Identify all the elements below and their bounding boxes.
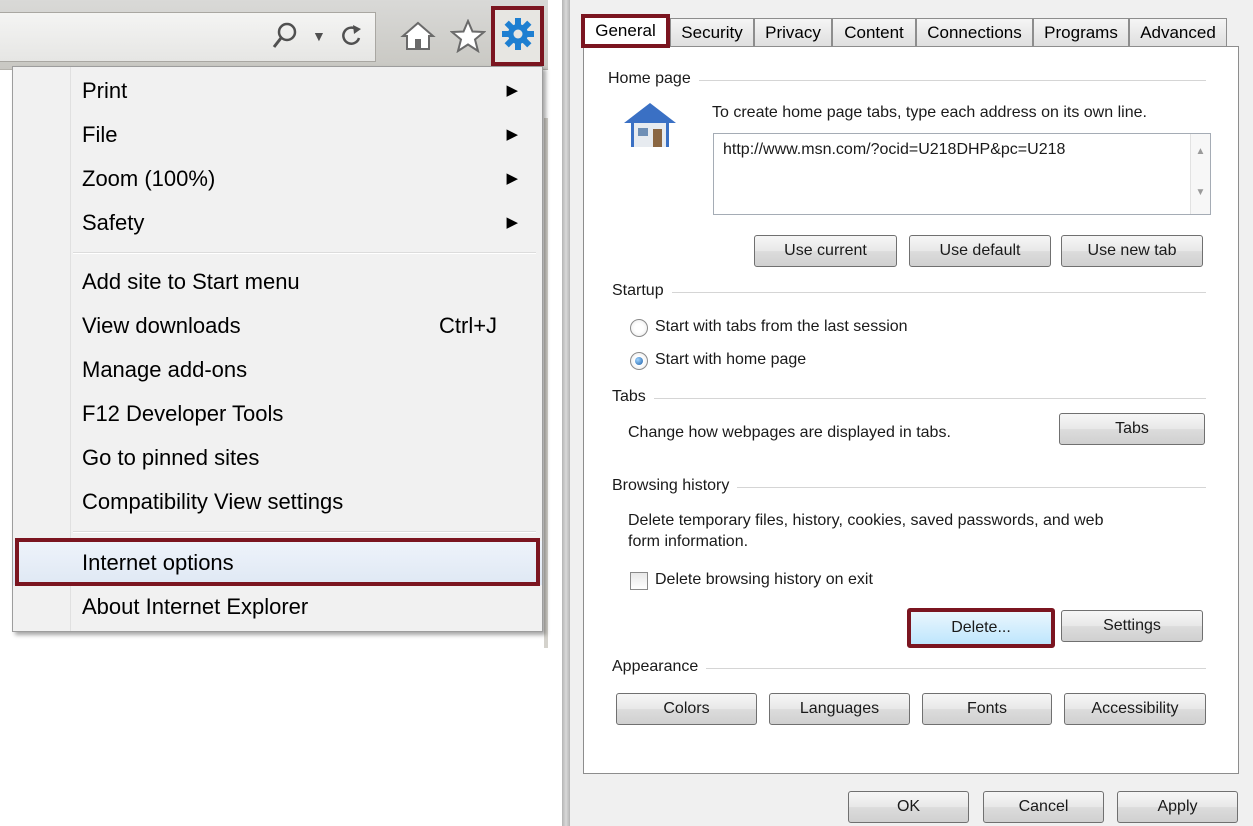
scroll-down-icon[interactable]: ▼ [1191,187,1210,198]
startup-home-page-label: Start with home page [655,351,807,368]
home-page-url-value: http://www.msn.com/?ocid=U218DHP&pc=U218 [723,141,1066,158]
submenu-arrow-icon: ▶ [506,170,518,187]
fonts-button[interactable]: Fonts [922,693,1052,725]
menu-item-label: Safety [82,210,145,235]
browser-toolbar: ▼ [0,0,548,70]
appearance-group-label: Appearance [612,658,707,676]
history-settings-button[interactable]: Settings [1061,610,1203,642]
menu-item-label: Print [82,78,128,103]
apply-button[interactable]: Apply [1117,791,1238,823]
tab-connections[interactable]: Connections [916,18,1033,47]
menu-item-f12-developer-tools[interactable]: F12 Developer Tools [13,392,542,436]
star-icon[interactable] [449,18,487,59]
gear-icon [501,17,535,56]
menu-item-compatibility-view-settings[interactable]: Compatibility View settings [13,480,542,524]
tab-security[interactable]: Security [670,18,754,47]
home-page-instruction: To create home page tabs, type each addr… [712,104,1147,121]
group-divider [614,398,1206,399]
languages-button[interactable]: Languages [769,693,910,725]
address-bar[interactable]: ▼ [0,12,376,62]
browsing-history-description-line-1: Delete temporary files, history, cookies… [628,512,1104,529]
menu-item-print[interactable]: Print ▶ [13,69,542,113]
submenu-arrow-icon: ▶ [506,82,518,99]
tabs-group-label: Tabs [612,388,654,406]
menu-item-add-site-to-start-menu[interactable]: Add site to Start menu [13,260,542,304]
tab-programs[interactable]: Programs [1033,18,1129,47]
use-new-tab-button[interactable]: Use new tab [1061,235,1203,267]
tab-content[interactable]: Content [832,18,916,47]
accessibility-button[interactable]: Accessibility [1064,693,1206,725]
internet-options-dialog: General Security Privacy Content Connect… [570,0,1253,826]
page-scroll-edge [544,118,548,648]
url-field-scrollbar[interactable]: ▲ ▼ [1190,134,1210,214]
colors-button[interactable]: Colors [616,693,757,725]
browser-window: ▼ Print ▶ File ▶ Zoom (100%) ▶ Safety ▶ … [0,0,560,826]
general-tab-panel: Home page To create home page tabs, type… [583,46,1239,774]
tabs-description: Change how webpages are displayed in tab… [628,424,951,441]
home-icon[interactable] [400,20,436,58]
menu-item-manage-add-ons[interactable]: Manage add-ons [13,348,542,392]
scroll-up-icon[interactable]: ▲ [1191,146,1210,157]
menu-item-label: View downloads [82,313,241,338]
highlight-box [15,538,540,586]
menu-item-go-to-pinned-sites[interactable]: Go to pinned sites [13,436,542,480]
startup-last-session-radio[interactable] [630,319,648,337]
menu-item-label: Manage add-ons [82,357,248,382]
menu-item-about-internet-explorer[interactable]: About Internet Explorer [13,585,542,629]
tools-button[interactable] [491,6,544,66]
delete-history-on-exit-label: Delete browsing history on exit [655,571,873,588]
startup-home-page-radio[interactable] [630,352,648,370]
browsing-history-description-line-2: form information. [628,533,749,550]
tab-privacy[interactable]: Privacy [754,18,832,47]
delete-button[interactable]: Delete... [907,608,1055,648]
delete-history-on-exit-checkbox[interactable] [630,572,648,590]
menu-item-view-downloads[interactable]: View downloads Ctrl+J [13,304,542,348]
screenshot-divider [562,0,570,826]
menu-item-label: Zoom (100%) [82,166,216,191]
menu-item-zoom[interactable]: Zoom (100%) ▶ [13,157,542,201]
startup-last-session-label: Start with tabs from the last session [655,318,908,335]
tab-general[interactable]: General [581,14,670,48]
group-divider [614,292,1206,293]
tabs-settings-button[interactable]: Tabs [1059,413,1205,445]
group-divider [614,80,1206,81]
use-default-button[interactable]: Use default [909,235,1051,267]
cancel-button[interactable]: Cancel [983,791,1104,823]
submenu-arrow-icon: ▶ [506,214,518,231]
home-page-group-label: Home page [608,70,699,88]
menu-item-safety[interactable]: Safety ▶ [13,201,542,245]
ok-button[interactable]: OK [848,791,969,823]
home-page-icon [622,101,678,156]
tools-menu: Print ▶ File ▶ Zoom (100%) ▶ Safety ▶ Ad… [12,66,543,632]
submenu-arrow-icon: ▶ [506,126,518,143]
menu-item-file[interactable]: File ▶ [13,113,542,157]
chevron-down-icon[interactable]: ▼ [312,21,326,51]
menu-item-label: File [82,122,118,147]
menu-item-shortcut: Ctrl+J [439,313,498,338]
menu-separator [73,531,536,533]
search-icon[interactable] [272,21,298,57]
use-current-button[interactable]: Use current [754,235,897,267]
menu-item-label: Compatibility View settings [82,489,344,514]
menu-separator [73,252,536,254]
menu-item-label: Go to pinned sites [82,445,260,470]
menu-item-label: F12 Developer Tools [82,401,284,426]
browsing-history-group-label: Browsing history [612,477,738,495]
menu-item-label: Add site to Start menu [82,269,300,294]
startup-group-label: Startup [612,282,672,300]
tab-advanced[interactable]: Advanced [1129,18,1227,47]
menu-item-label: About Internet Explorer [82,594,309,619]
refresh-icon[interactable] [338,21,364,57]
home-page-url-field[interactable]: http://www.msn.com/?ocid=U218DHP&pc=U218… [713,133,1211,215]
